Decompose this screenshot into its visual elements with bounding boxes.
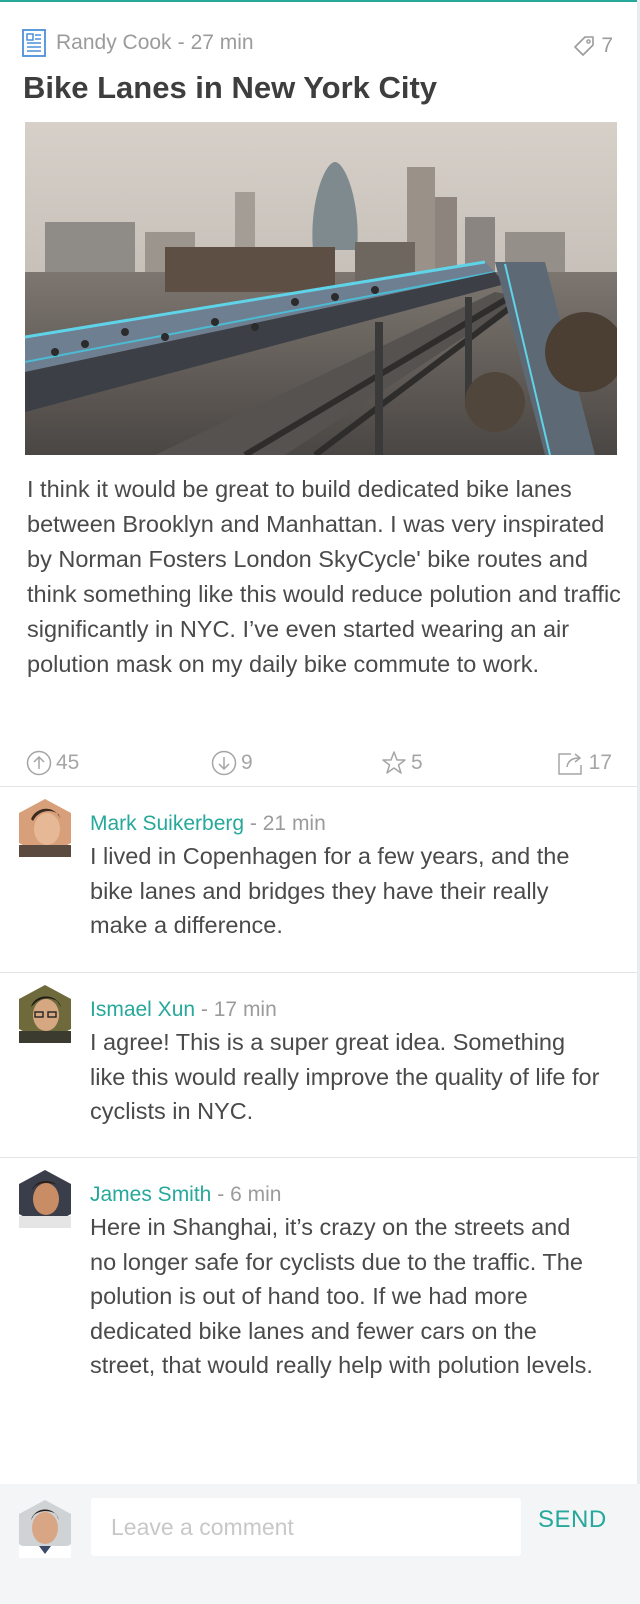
post-title: Bike Lanes in New York City xyxy=(23,70,438,105)
share-button[interactable]: 17 xyxy=(557,750,612,776)
avatar[interactable] xyxy=(19,799,71,857)
document-icon xyxy=(22,29,46,57)
tag-button[interactable]: 7 xyxy=(573,34,613,58)
post-meta: Randy Cook - 27 min xyxy=(22,28,254,58)
comment-author[interactable]: Ismael Xun xyxy=(90,998,195,1021)
send-button[interactable]: SEND xyxy=(538,1506,607,1534)
star-icon xyxy=(382,751,406,774)
post-body: I think it would be great to build dedic… xyxy=(27,476,621,677)
post-author[interactable]: Randy Cook xyxy=(56,31,172,55)
upvote-count: 45 xyxy=(56,751,80,774)
avatar[interactable] xyxy=(19,985,71,1043)
comment-text: Here in Shanghai, it’s crazy on the stre… xyxy=(90,1214,593,1378)
comment-header: James Smith - 6 min xyxy=(90,1183,281,1207)
current-user-avatar xyxy=(19,1500,71,1558)
comment-author[interactable]: Mark Suikerberg xyxy=(90,812,244,835)
comment-composer: SEND xyxy=(0,1484,640,1604)
arrow-up-circle-icon xyxy=(26,750,52,776)
avatar[interactable] xyxy=(19,1170,71,1228)
comment-item: Mark Suikerberg - 21 min I lived in Cope… xyxy=(0,787,637,972)
comment-author[interactable]: James Smith xyxy=(90,1183,211,1206)
comment-time: 6 min xyxy=(230,1183,282,1206)
comment-separator: - xyxy=(217,1183,225,1206)
comment-text: I agree! This is a super great idea. Som… xyxy=(90,1029,600,1124)
post-card: Randy Cook - 27 min 7 Bike Lanes in New … xyxy=(0,2,637,806)
tag-icon xyxy=(574,36,595,56)
comment-separator: - xyxy=(249,812,257,835)
comment-time: 21 min xyxy=(262,812,326,835)
upvote-button[interactable]: 45 xyxy=(26,750,79,776)
downvote-count: 9 xyxy=(241,751,253,774)
share-count: 17 xyxy=(588,751,612,774)
post-image xyxy=(25,122,617,455)
downvote-button[interactable]: 9 xyxy=(211,750,253,776)
post-actions: 45 9 5 17 xyxy=(26,750,612,780)
comment-text: I lived in Copenhagen for a few years, a… xyxy=(90,843,570,938)
comment-item: Ismael Xun - 17 min I agree! This is a s… xyxy=(0,973,637,1157)
comment-time: 17 min xyxy=(213,998,277,1021)
comment-header: Ismael Xun - 17 min xyxy=(90,998,277,1022)
comment-item: James Smith - 6 min Here in Shanghai, it… xyxy=(0,1158,637,1484)
star-button[interactable]: 5 xyxy=(381,750,423,776)
share-icon xyxy=(557,753,582,775)
post-time: 27 min xyxy=(190,31,254,54)
comment-header: Mark Suikerberg - 21 min xyxy=(90,812,326,836)
comment-separator: - xyxy=(200,998,208,1021)
tag-count: 7 xyxy=(601,34,613,57)
post-meta-separator: - xyxy=(177,31,185,54)
arrow-down-circle-icon xyxy=(211,750,237,776)
comment-input[interactable] xyxy=(91,1498,521,1556)
star-count: 5 xyxy=(411,751,423,774)
